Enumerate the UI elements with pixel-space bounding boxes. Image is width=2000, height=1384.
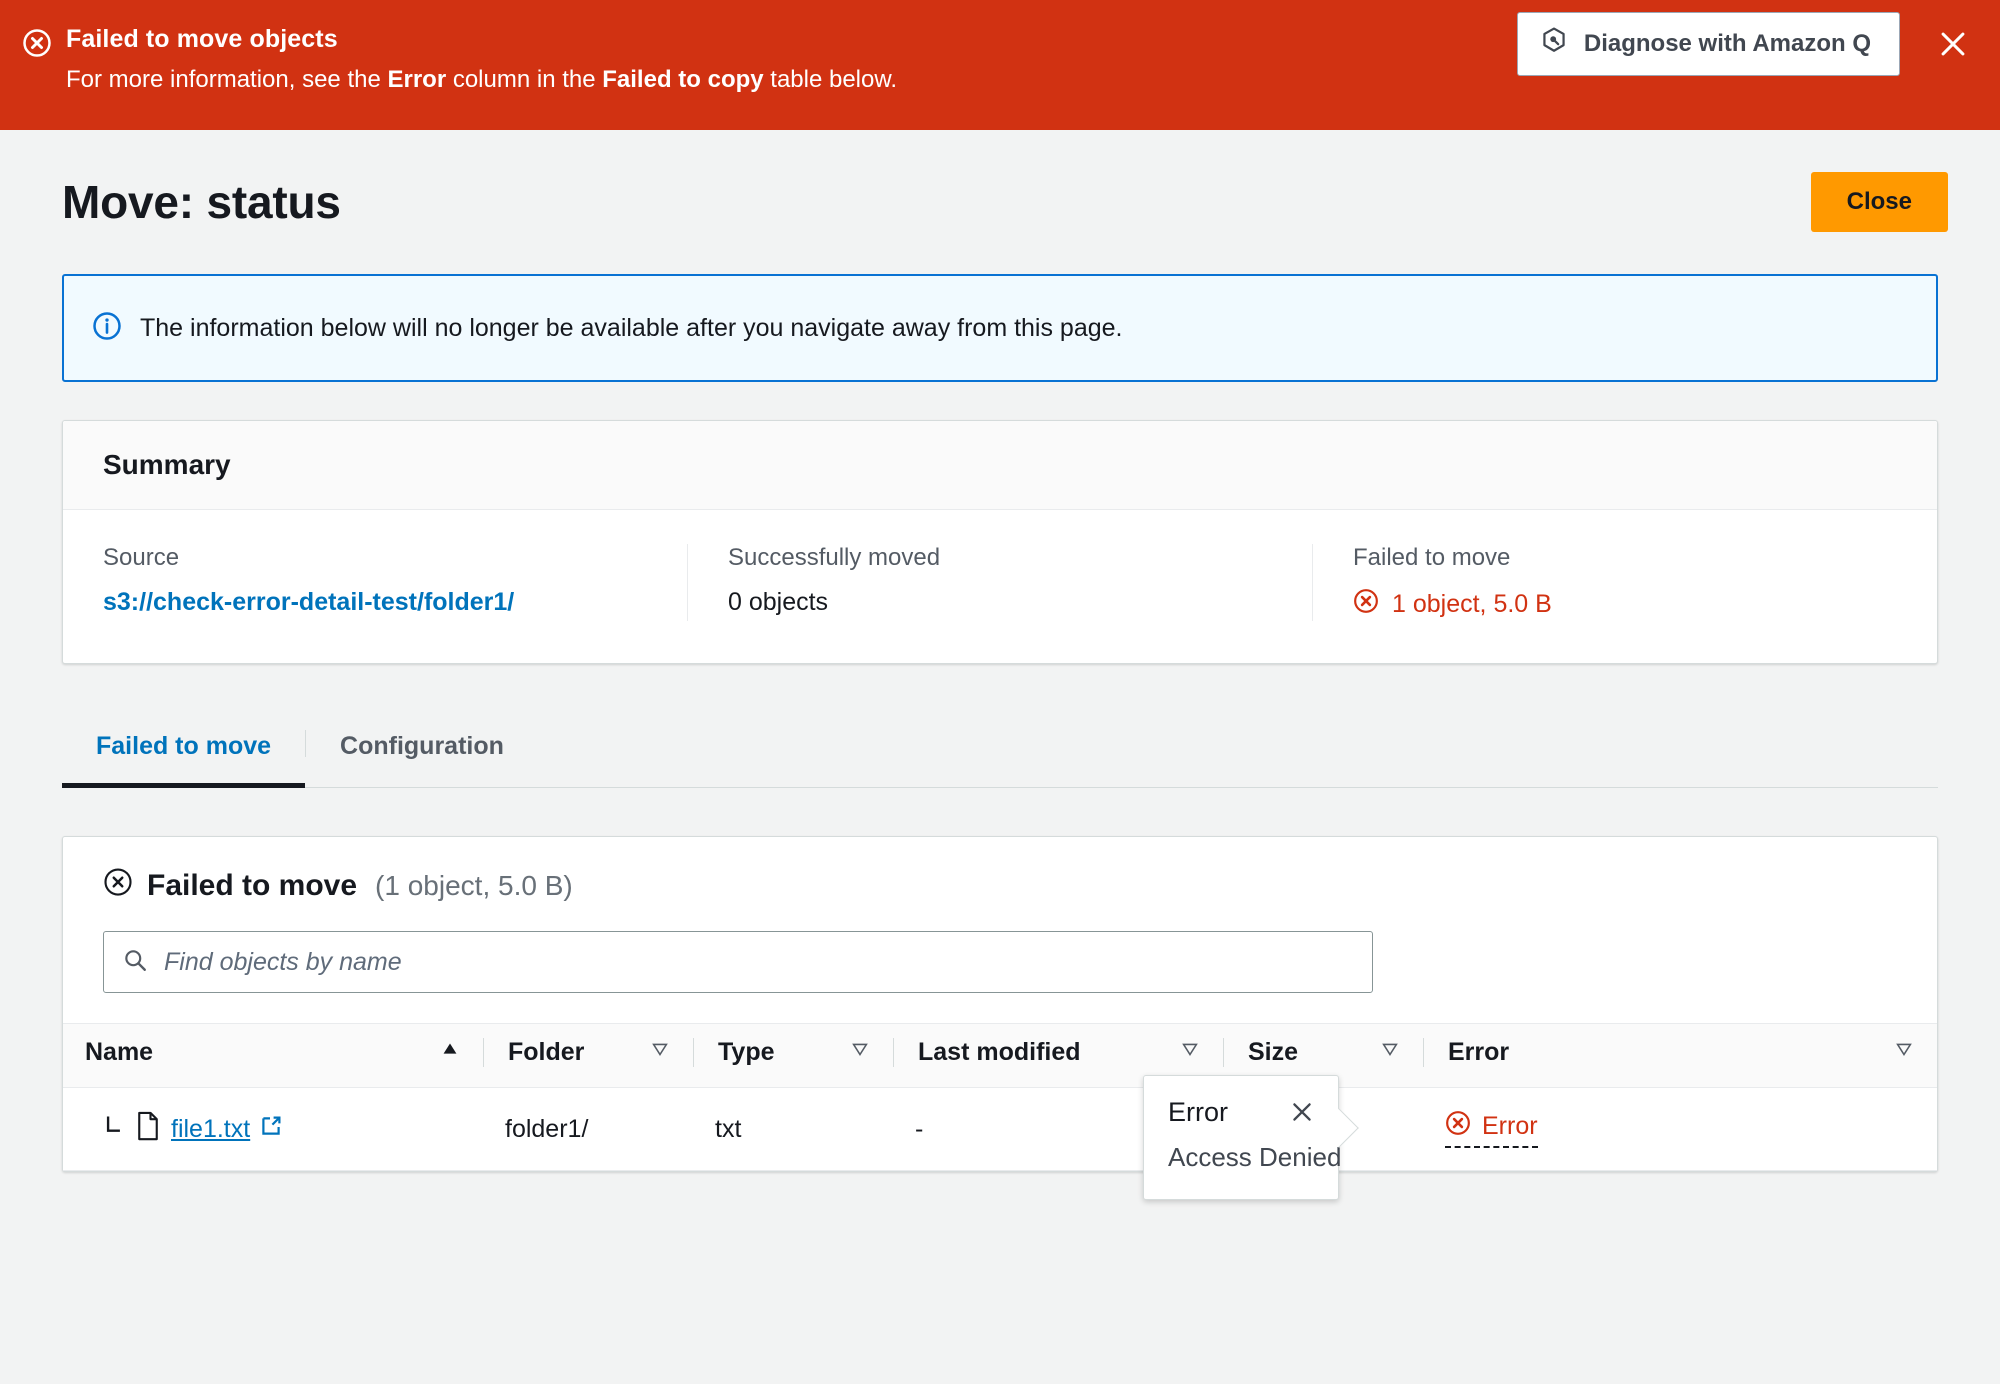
- sort-icon: [1379, 1038, 1401, 1067]
- diagnose-button-label: Diagnose with Amazon Q: [1583, 29, 1871, 57]
- error-banner: Failed to move objects For more informat…: [0, 0, 2000, 130]
- table-count: (1 object, 5.0 B): [375, 870, 573, 901]
- summary-failed-label: Failed to move: [1353, 544, 1511, 571]
- status-error-icon: [1445, 1110, 1471, 1143]
- summary-successfully-moved: Successfully moved 0 objects: [687, 544, 1312, 621]
- banner-msg-mid: column in the: [446, 66, 603, 94]
- summary-card: Summary Source s3://check-error-detail-t…: [62, 420, 1938, 664]
- error-link-label: Error: [1482, 1112, 1538, 1140]
- search-input[interactable]: [164, 947, 1354, 977]
- sort-ascending-icon: [439, 1038, 461, 1067]
- summary-header: Summary: [63, 421, 1937, 510]
- cell-type: txt: [693, 1087, 893, 1171]
- file-link-label: file1.txt: [171, 1114, 251, 1143]
- summary-heading: Summary: [103, 449, 231, 480]
- objects-table: Name Folder Type Last modified Size Erro…: [63, 1023, 1937, 1171]
- status-error-icon: [103, 867, 133, 905]
- column-header-name[interactable]: Name: [63, 1023, 483, 1088]
- summary-source-link[interactable]: s3://check-error-detail-test/folder1/: [103, 588, 514, 616]
- column-header-error-label: Error: [1448, 1038, 1510, 1066]
- page-title: Move: status: [62, 176, 341, 228]
- column-header-folder[interactable]: Folder: [483, 1023, 693, 1088]
- tree-branch-icon: [103, 1113, 125, 1146]
- column-header-size-label: Size: [1248, 1038, 1299, 1066]
- summary-source-label: Source: [103, 544, 180, 571]
- search-container: [63, 905, 1937, 1023]
- failed-to-move-table-card: Failed to move (1 object, 5.0 B) Find ob…: [62, 836, 1938, 1200]
- banner-msg-error: Error: [387, 66, 447, 94]
- table-title-row: Failed to move (1 object, 5.0 B): [103, 867, 1897, 905]
- banner-msg-pre: For more information, see the: [66, 66, 388, 94]
- file-icon: [135, 1111, 161, 1148]
- summary-success-value: 0 objects: [728, 588, 829, 616]
- search-box[interactable]: [103, 931, 1373, 993]
- table-header: Failed to move (1 object, 5.0 B): [63, 837, 1937, 905]
- sort-icon: [849, 1038, 871, 1067]
- info-icon: [92, 311, 122, 346]
- banner-msg-post: table below.: [763, 66, 898, 94]
- status-error-icon: [1353, 588, 1379, 621]
- cell-error: Error: [1423, 1087, 1937, 1171]
- table-header-row: Name Folder Type Last modified Size Erro…: [63, 1023, 1937, 1088]
- column-header-name-label: Name: [85, 1038, 154, 1066]
- table-row: file1.txt folder1/ txt - Error: [63, 1087, 1937, 1171]
- banner-msg-table: Failed to copy: [602, 66, 764, 94]
- column-header-folder-label: Folder: [508, 1038, 585, 1066]
- tab-failed-to-move[interactable]: Failed to move: [62, 726, 306, 788]
- diagnose-with-amazon-q-button[interactable]: Diagnose with Amazon Q: [1516, 12, 1900, 76]
- column-header-type[interactable]: Type: [693, 1023, 893, 1088]
- sort-icon: [1179, 1038, 1201, 1067]
- external-link-icon: [259, 1114, 283, 1145]
- popover-close-button[interactable]: [1284, 1096, 1320, 1128]
- info-alert-text: The information below will no longer be …: [140, 313, 1123, 342]
- error-link[interactable]: Error: [1445, 1110, 1538, 1148]
- summary-success-label: Successfully moved: [728, 544, 941, 571]
- banner-actions: Diagnose with Amazon Q: [1516, 12, 1976, 76]
- tabs: Failed to move Configuration: [62, 726, 1938, 788]
- table-title: Failed to move: [147, 869, 358, 902]
- popover-body: Access Denied: [1168, 1142, 1342, 1172]
- close-button[interactable]: Close: [1810, 172, 1948, 232]
- amazon-q-icon: [1540, 26, 1568, 61]
- tab-configuration[interactable]: Configuration: [306, 726, 538, 787]
- search-icon: [122, 947, 148, 978]
- cell-name: file1.txt: [63, 1087, 483, 1171]
- column-header-error[interactable]: Error: [1423, 1023, 1937, 1088]
- info-alert: The information below will no longer be …: [62, 274, 1938, 382]
- file-link[interactable]: file1.txt: [171, 1114, 283, 1145]
- column-header-last-modified-label: Last modified: [918, 1038, 1081, 1066]
- page-header: Move: status Close: [0, 130, 2000, 232]
- column-header-type-label: Type: [718, 1038, 775, 1066]
- summary-failed-to-move: Failed to move 1 object, 5.0 B: [1312, 544, 1937, 621]
- summary-source: Source s3://check-error-detail-test/fold…: [63, 544, 687, 621]
- summary-columns: Source s3://check-error-detail-test/fold…: [63, 510, 1937, 663]
- popover-header: Error: [1144, 1076, 1338, 1138]
- summary-failed-value-row: 1 object, 5.0 B: [1353, 588, 1897, 621]
- error-popover: Error Access Denied: [1143, 1075, 1359, 1200]
- popover-title: Error: [1168, 1096, 1228, 1127]
- sort-icon: [649, 1038, 671, 1067]
- banner-dismiss-button[interactable]: [1930, 21, 1976, 67]
- sort-icon: [1893, 1038, 1915, 1067]
- summary-failed-value: 1 object, 5.0 B: [1392, 590, 1552, 618]
- status-error-icon: [22, 28, 52, 63]
- cell-folder: folder1/: [483, 1087, 693, 1171]
